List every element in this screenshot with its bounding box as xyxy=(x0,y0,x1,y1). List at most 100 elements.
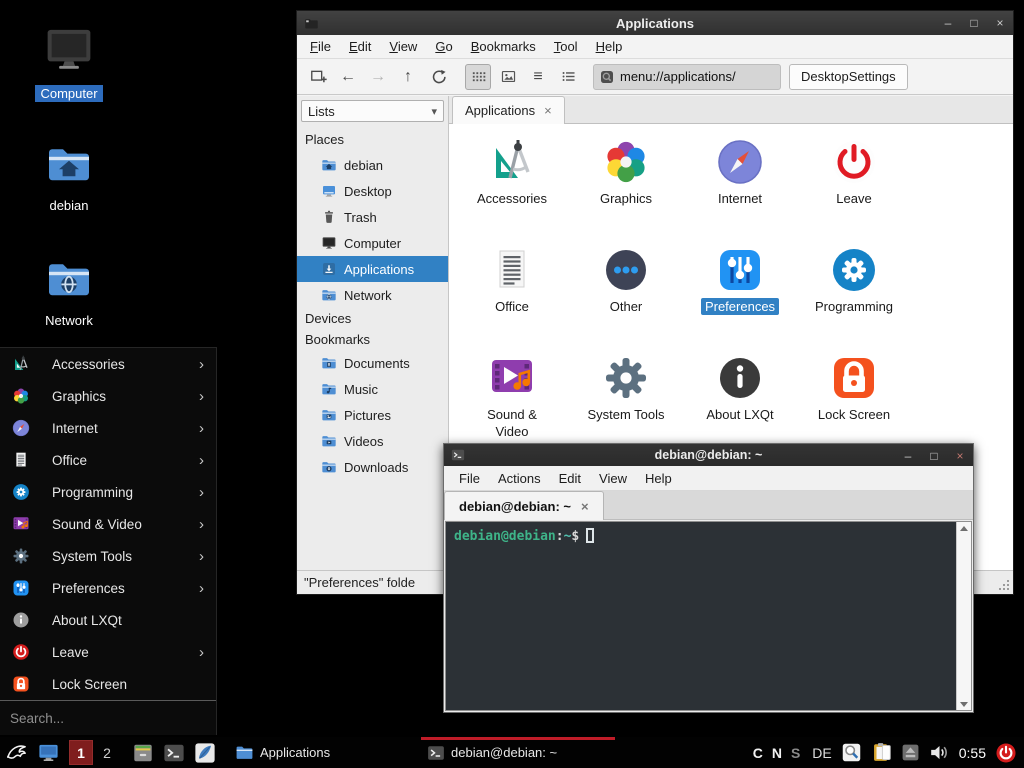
screenshot-tray-button[interactable] xyxy=(841,742,862,763)
applications-icon xyxy=(321,261,337,277)
task-terminal[interactable]: debian@debian: ~ xyxy=(421,737,615,768)
menu-item-preferences[interactable]: Preferences › xyxy=(0,572,216,604)
menu-view[interactable]: View xyxy=(590,469,636,488)
minimize-button[interactable]: – xyxy=(941,16,955,30)
menu-help[interactable]: Help xyxy=(636,469,681,488)
clipboard-tray-button[interactable] xyxy=(871,742,892,763)
show-desktop-button[interactable] xyxy=(37,741,60,764)
up-button[interactable]: ↑ xyxy=(395,64,421,90)
app-item-graphics[interactable]: Graphics xyxy=(569,138,683,246)
fm-titlebar[interactable]: Applications – □ × xyxy=(297,11,1013,35)
menu-item-graphics[interactable]: Graphics › xyxy=(0,380,216,412)
menu-file[interactable]: File xyxy=(450,469,489,488)
leave-button[interactable] xyxy=(995,742,1017,764)
app-item-other[interactable]: Other xyxy=(569,246,683,354)
menu-view[interactable]: View xyxy=(380,37,426,56)
sidebar-item-trash[interactable]: Trash xyxy=(297,204,448,230)
fm-toolbar: ← → ↑ ≡ menu://applications/ DesktopSett… xyxy=(297,59,1013,95)
quicklaunch-featherpad-button[interactable] xyxy=(194,742,216,764)
menu-go[interactable]: Go xyxy=(426,37,461,56)
num-indicator: N xyxy=(772,745,782,761)
reload-button[interactable] xyxy=(425,64,451,90)
app-item-leave[interactable]: Leave xyxy=(797,138,911,246)
desktop-icon xyxy=(321,183,337,199)
menu-file[interactable]: File xyxy=(301,37,340,56)
tab-close-icon[interactable]: × xyxy=(581,499,589,514)
menu-item-leave[interactable]: Leave › xyxy=(0,636,216,668)
menu-item-lock-screen[interactable]: Lock Screen xyxy=(0,668,216,700)
close-button[interactable]: × xyxy=(953,449,967,463)
terminal-titlebar[interactable]: debian@debian: ~ – □ × xyxy=(444,444,973,466)
tab-close-icon[interactable]: × xyxy=(544,103,552,118)
graphics-icon xyxy=(12,387,30,405)
removable-media-button[interactable] xyxy=(901,743,920,762)
desktop-icon-computer[interactable]: Computer xyxy=(18,22,120,103)
sidebar-mode-select[interactable]: Lists ▾ xyxy=(301,100,444,122)
menu-tool[interactable]: Tool xyxy=(545,37,587,56)
quicklaunch-file-manager-button[interactable] xyxy=(132,742,154,764)
desktop-settings-button[interactable]: DesktopSettings xyxy=(789,64,908,90)
back-button[interactable]: ← xyxy=(335,64,361,90)
sidebar-item-debian[interactable]: debian xyxy=(297,152,448,178)
workspace-2-button[interactable]: 2 xyxy=(95,740,119,765)
workspace-1-button[interactable]: 1 xyxy=(69,740,93,765)
keyboard-layout[interactable]: DE xyxy=(812,745,831,761)
eject-icon xyxy=(901,743,920,762)
sidebar-item-applications[interactable]: Applications xyxy=(297,256,448,282)
new-tab-button[interactable] xyxy=(305,64,331,90)
menu-item-programming[interactable]: Programming › xyxy=(0,476,216,508)
compact-view-button[interactable]: ≡ xyxy=(525,64,551,90)
menu-help[interactable]: Help xyxy=(587,37,632,56)
tab-applications[interactable]: Applications × xyxy=(452,96,565,124)
menu-edit[interactable]: Edit xyxy=(550,469,590,488)
sidebar-item-music[interactable]: Music xyxy=(297,376,448,402)
sidebar-item-videos[interactable]: Videos xyxy=(297,428,448,454)
menu-item-internet[interactable]: Internet › xyxy=(0,412,216,444)
terminal-scrollbar[interactable] xyxy=(956,522,971,710)
sidebar-item-network[interactable]: Network xyxy=(297,282,448,308)
app-item-accessories[interactable]: Accessories xyxy=(455,138,569,246)
app-item-office[interactable]: Office xyxy=(455,246,569,354)
home-folder-icon xyxy=(45,140,93,188)
power-icon xyxy=(995,742,1017,764)
detailed-view-button[interactable] xyxy=(555,64,581,90)
scroll-up-icon[interactable] xyxy=(957,522,971,534)
resize-grip[interactable] xyxy=(1007,588,1009,590)
desktop-icon-network[interactable]: Network xyxy=(18,255,120,330)
forward-button[interactable]: → xyxy=(365,64,391,90)
minimize-button[interactable]: – xyxy=(901,449,915,463)
app-item-preferences[interactable]: Preferences xyxy=(683,246,797,354)
menu-item-system-tools[interactable]: System Tools › xyxy=(0,540,216,572)
sidebar-item-desktop[interactable]: Desktop xyxy=(297,178,448,204)
close-button[interactable]: × xyxy=(993,16,1007,30)
menu-item-office[interactable]: Office › xyxy=(0,444,216,476)
menu-bookmarks[interactable]: Bookmarks xyxy=(462,37,545,56)
scroll-down-icon[interactable] xyxy=(957,698,971,710)
menu-actions[interactable]: Actions xyxy=(489,469,550,488)
main-menu-button[interactable] xyxy=(5,741,28,764)
sidebar-item-documents[interactable]: Documents xyxy=(297,350,448,376)
terminal-screen[interactable]: debian@debian:~$ xyxy=(446,522,956,710)
task-applications[interactable]: Applications xyxy=(229,737,371,768)
desktop-icon-debian[interactable]: debian xyxy=(18,140,120,215)
sidebar-item-computer[interactable]: Computer xyxy=(297,230,448,256)
maximize-button[interactable]: □ xyxy=(927,449,941,463)
clock[interactable]: 0:55 xyxy=(959,745,986,761)
sidebar-item-pictures[interactable]: Pictures xyxy=(297,402,448,428)
menu-item-about-lxqt[interactable]: About LXQt xyxy=(0,604,216,636)
app-item-internet[interactable]: Internet xyxy=(683,138,797,246)
address-bar[interactable]: menu://applications/ xyxy=(593,64,781,90)
menu-item-sound-video[interactable]: Sound & Video › xyxy=(0,508,216,540)
maximize-button[interactable]: □ xyxy=(967,16,981,30)
quicklaunch-terminal-button[interactable] xyxy=(163,742,185,764)
terminal-body[interactable]: debian@debian:~$ xyxy=(445,521,972,711)
thumbnail-view-button[interactable] xyxy=(495,64,521,90)
menu-edit[interactable]: Edit xyxy=(340,37,380,56)
sidebar-item-downloads[interactable]: Downloads xyxy=(297,454,448,480)
menu-search-input[interactable]: Search... xyxy=(0,700,216,736)
volume-button[interactable] xyxy=(929,742,950,763)
app-item-programming[interactable]: Programming xyxy=(797,246,911,354)
terminal-tab[interactable]: debian@debian: ~ × xyxy=(444,491,604,520)
menu-item-accessories[interactable]: Accessories › xyxy=(0,348,216,380)
icon-view-button[interactable] xyxy=(465,64,491,90)
